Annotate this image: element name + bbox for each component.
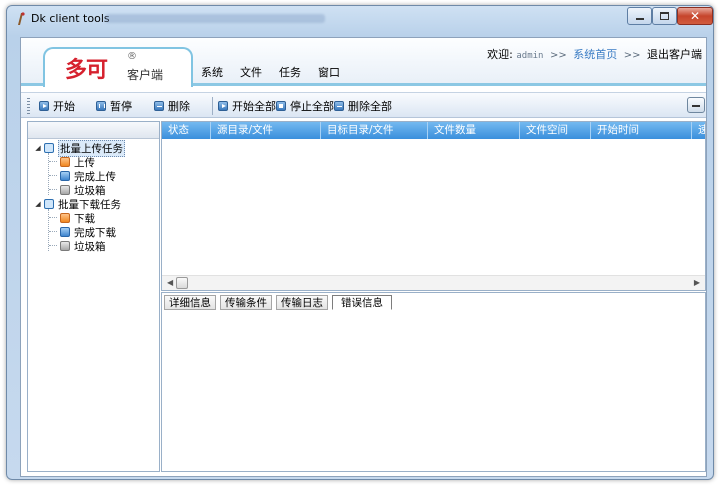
scroll-thumb[interactable] <box>176 277 188 289</box>
detail-tabs: 详细信息 传输条件 传输日志 错误信息 <box>164 295 392 310</box>
client-area: 多可 ® 客户端 系统 文件 任务 窗口 欢迎: admin >> 系统首页 >… <box>20 37 707 477</box>
delete-label: 删除 <box>168 100 190 113</box>
exit-link[interactable]: 退出客户端 <box>647 48 702 61</box>
tab-transfer-log[interactable]: 传输日志 <box>276 295 328 310</box>
download-done-icon <box>60 227 70 237</box>
play-all-icon <box>218 101 228 111</box>
collapse-arrow-icon[interactable]: ◢ <box>32 144 44 152</box>
logo-subtitle: 客户端 <box>127 68 164 82</box>
start-label: 开始 <box>53 100 75 113</box>
upload-group-icon <box>44 143 54 153</box>
start-all-button[interactable]: 开始全部 <box>218 98 276 114</box>
tree-download-trash[interactable]: 垃圾箱 <box>28 239 159 253</box>
scroll-right-icon[interactable]: ▶ <box>694 278 700 287</box>
column-file-count[interactable]: 文件数量 <box>428 122 520 139</box>
menu-file[interactable]: 文件 <box>240 64 279 80</box>
welcome-label: 欢迎: <box>487 48 513 61</box>
maximize-icon <box>660 12 669 20</box>
trash-icon <box>60 241 70 251</box>
download-group-label: 批量下载任务 <box>58 198 121 211</box>
download-group-icon <box>44 199 54 209</box>
logo-text: 多可 <box>65 57 108 83</box>
column-status[interactable]: 状态 <box>162 122 211 139</box>
trash-icon <box>60 185 70 195</box>
tree-download-done[interactable]: 完成下载 <box>28 225 159 239</box>
minimize-button[interactable] <box>627 7 652 25</box>
username: admin <box>516 51 544 61</box>
separator: >> <box>549 50 567 61</box>
menu-system[interactable]: 系统 <box>201 64 240 80</box>
minimize-icon <box>635 17 644 20</box>
upload-done-icon <box>60 171 70 181</box>
stop-all-button[interactable]: 停止全部 <box>276 98 334 114</box>
delete-all-icon <box>334 101 344 111</box>
user-bar: 欢迎: admin >> 系统首页 >> 退出客户端 <box>487 46 702 62</box>
toolbar-collapse-button[interactable] <box>687 97 705 113</box>
grid-header: 状态 源目录/文件 目标目录/文件 文件数量 文件空间 开始时间 速 <box>162 122 705 139</box>
upload-label: 上传 <box>74 156 95 169</box>
close-button[interactable]: ✕ <box>677 7 713 25</box>
column-file-space[interactable]: 文件空间 <box>520 122 591 139</box>
upload-trash-label: 垃圾箱 <box>74 184 106 197</box>
tree-upload-done[interactable]: 完成上传 <box>28 169 159 183</box>
download-trash-label: 垃圾箱 <box>74 240 106 253</box>
upload-done-label: 完成上传 <box>74 170 116 183</box>
download-done-label: 完成下载 <box>74 226 116 239</box>
download-label: 下载 <box>74 212 95 225</box>
home-link[interactable]: 系统首页 <box>573 48 617 61</box>
tab-details[interactable]: 详细信息 <box>164 295 216 310</box>
play-icon <box>39 101 49 111</box>
download-icon <box>60 213 70 223</box>
task-tree: ◢ 批量上传任务 上传 完成上传 垃圾箱 ◢ 批量下载任务 下载 完成下载 垃圾… <box>28 139 159 253</box>
start-button[interactable]: 开始 <box>39 98 75 114</box>
app-header: 多可 ® 客户端 系统 文件 任务 窗口 欢迎: admin >> 系统首页 >… <box>21 38 706 87</box>
app-icon <box>18 12 25 25</box>
close-icon: ✕ <box>689 9 701 23</box>
column-speed[interactable]: 速 <box>692 122 705 139</box>
tree-upload[interactable]: 上传 <box>28 155 159 169</box>
delete-button[interactable]: 删除 <box>154 98 190 114</box>
main-menu: 系统 文件 任务 窗口 <box>201 64 357 80</box>
start-all-label: 开始全部 <box>232 100 276 113</box>
toolbar: 开始 暂停 删除 开始全部 停止全部 删除全部 <box>21 92 706 118</box>
pause-icon <box>96 101 106 111</box>
menu-task[interactable]: 任务 <box>279 64 318 80</box>
delete-all-button[interactable]: 删除全部 <box>334 98 392 114</box>
toolbar-separator <box>212 97 213 115</box>
tree-download[interactable]: 下载 <box>28 211 159 225</box>
delete-all-label: 删除全部 <box>348 100 392 113</box>
tree-download-group[interactable]: ◢ 批量下载任务 <box>28 197 159 211</box>
stop-all-icon <box>276 101 286 111</box>
blurred-title-detail <box>105 14 325 23</box>
menu-window[interactable]: 窗口 <box>318 64 357 80</box>
delete-icon <box>154 101 164 111</box>
scroll-left-icon[interactable]: ◀ <box>167 278 173 287</box>
separator: >> <box>623 50 641 61</box>
task-grid: 状态 源目录/文件 目标目录/文件 文件数量 文件空间 开始时间 速 ◀ ▶ <box>161 121 706 291</box>
tree-panel-header <box>28 122 159 139</box>
tab-transfer-conditions[interactable]: 传输条件 <box>220 295 272 310</box>
pause-label: 暂停 <box>110 100 132 113</box>
registered-mark: ® <box>127 51 137 62</box>
horizontal-scrollbar[interactable]: ◀ ▶ <box>162 275 705 290</box>
detail-panel: 详细信息 传输条件 传输日志 错误信息 <box>161 292 706 472</box>
toolbar-grip[interactable] <box>27 98 30 114</box>
column-start-time[interactable]: 开始时间 <box>591 122 692 139</box>
collapse-arrow-icon[interactable]: ◢ <box>32 200 44 208</box>
title-bar[interactable]: Dk client tools ✕ <box>7 6 713 32</box>
pause-button[interactable]: 暂停 <box>96 98 132 114</box>
window-title: Dk client tools <box>31 12 110 25</box>
task-tree-panel: ◢ 批量上传任务 上传 完成上传 垃圾箱 ◢ 批量下载任务 下载 完成下载 垃圾… <box>27 121 160 472</box>
upload-icon <box>60 157 70 167</box>
stop-all-label: 停止全部 <box>290 100 334 113</box>
tree-upload-trash[interactable]: 垃圾箱 <box>28 183 159 197</box>
logo-tab: 多可 ® 客户端 <box>43 47 193 87</box>
column-target[interactable]: 目标目录/文件 <box>321 122 428 139</box>
app-window: Dk client tools ✕ 多可 ® 客户端 系统 文件 任务 窗口 欢… <box>6 5 714 480</box>
column-source[interactable]: 源目录/文件 <box>211 122 321 139</box>
maximize-button[interactable] <box>652 7 677 25</box>
tab-error-info[interactable]: 错误信息 <box>332 295 392 310</box>
tree-upload-group[interactable]: ◢ 批量上传任务 <box>28 139 159 157</box>
